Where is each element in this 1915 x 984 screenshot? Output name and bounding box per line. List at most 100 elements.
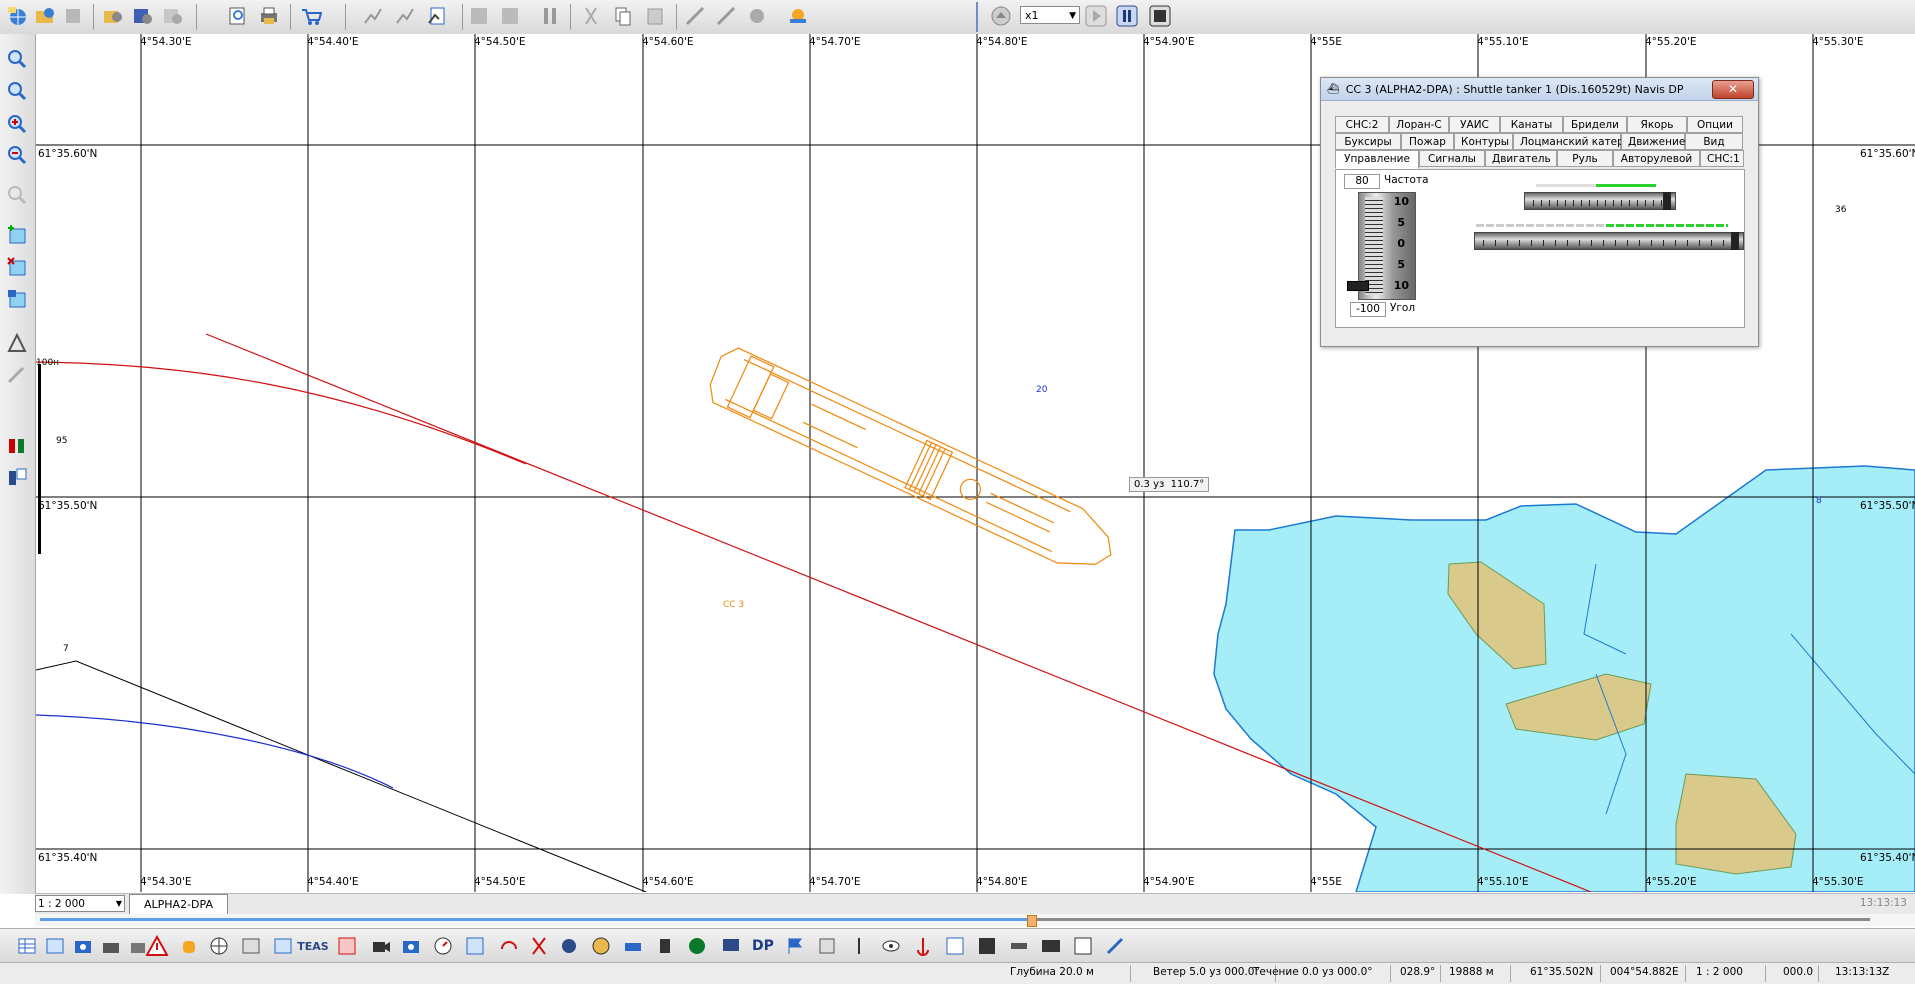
cut-icon[interactable]: [578, 3, 604, 29]
antenna-icon[interactable]: [846, 933, 872, 959]
gauge-icon[interactable]: [430, 933, 456, 959]
tab-sns2[interactable]: СНС:2: [1335, 116, 1389, 133]
timeline-thumb[interactable]: [1027, 915, 1037, 927]
eject-icon[interactable]: [988, 3, 1014, 29]
open-folder-icon[interactable]: [32, 3, 58, 29]
people-icon[interactable]: [4, 432, 30, 458]
route-add-icon[interactable]: [360, 3, 386, 29]
tab-ropes[interactable]: Канаты: [1500, 116, 1563, 133]
grid-a-icon[interactable]: [466, 3, 492, 29]
table-icon[interactable]: [14, 933, 40, 959]
copy-icon[interactable]: [610, 3, 636, 29]
gear-save-icon[interactable]: [130, 3, 156, 29]
person-id-icon[interactable]: [4, 464, 30, 490]
cart-icon[interactable]: [298, 3, 324, 29]
gear-settings-icon[interactable]: [100, 3, 126, 29]
grid-b-icon[interactable]: [497, 3, 523, 29]
radar-icon[interactable]: [462, 933, 488, 959]
tab-tugs[interactable]: Буксиры: [1335, 133, 1401, 150]
camera-b-icon[interactable]: [98, 933, 124, 959]
zoom-minus-icon[interactable]: [4, 142, 30, 168]
draw-b-icon[interactable]: [713, 3, 739, 29]
headset-icon[interactable]: [496, 933, 522, 959]
paste-icon[interactable]: [642, 3, 668, 29]
tab-movement[interactable]: Движение: [1621, 133, 1685, 150]
tool-a-icon[interactable]: [537, 3, 563, 29]
tab-pilot-boat[interactable]: Лоцманский катер: [1513, 133, 1624, 150]
camera-icon[interactable]: [70, 933, 96, 959]
weather-icon[interactable]: [785, 3, 811, 29]
play-icon[interactable]: [1083, 3, 1109, 29]
zoom-disabled-icon[interactable]: [4, 182, 30, 208]
panel-b-icon[interactable]: [270, 933, 296, 959]
dp-icon[interactable]: DP: [750, 933, 776, 959]
chart-icon[interactable]: [42, 933, 68, 959]
monitor-icon[interactable]: [718, 933, 744, 959]
calendar-icon[interactable]: [1070, 933, 1096, 959]
tab-fire[interactable]: Пожар: [1401, 133, 1454, 150]
ais-icon[interactable]: [974, 933, 1000, 959]
tab-engine[interactable]: Двигатель: [1485, 150, 1557, 167]
tab-signals[interactable]: Сигналы: [1419, 150, 1485, 167]
tab-options[interactable]: Опции: [1687, 116, 1743, 133]
alarm-icon[interactable]: [176, 933, 202, 959]
tab-sns1[interactable]: СНС:1: [1700, 150, 1744, 167]
close-button[interactable]: ✕: [1712, 80, 1754, 99]
zoom-window-icon[interactable]: [225, 3, 251, 29]
pause-icon[interactable]: [1114, 3, 1140, 29]
draw-c-icon[interactable]: [744, 3, 770, 29]
timeline-track[interactable]: [35, 914, 1915, 927]
gear-export-icon[interactable]: [160, 3, 186, 29]
satellite-icon[interactable]: [1006, 933, 1032, 959]
zoom-plus-icon[interactable]: [4, 111, 30, 137]
video-icon[interactable]: [368, 933, 394, 959]
slider-thumb[interactable]: [1731, 232, 1739, 250]
map-add-icon[interactable]: [4, 222, 30, 248]
route-list-icon[interactable]: [424, 3, 450, 29]
map-remove-icon[interactable]: [4, 254, 30, 280]
pen-tool-icon[interactable]: [4, 361, 30, 387]
hand-icon[interactable]: [652, 933, 678, 959]
dialog-title-bar[interactable]: ⛴ CC 3 (ALPHA2-DPA) : Shuttle tanker 1 (…: [1321, 78, 1758, 101]
tab-control[interactable]: Управление: [1335, 150, 1419, 169]
radio-icon[interactable]: [684, 933, 710, 959]
sphere-icon[interactable]: [588, 933, 614, 959]
triangle-tool-icon[interactable]: [4, 330, 30, 356]
scale-select[interactable]: 1 : 2 000 ▼: [35, 895, 125, 912]
draw-a-icon[interactable]: [682, 3, 708, 29]
gear-icon[interactable]: [556, 933, 582, 959]
tools-icon[interactable]: [1102, 933, 1128, 959]
globe-open-icon[interactable]: [4, 3, 30, 29]
compass-icon[interactable]: [206, 933, 232, 959]
speed-select[interactable]: x1 ▼: [1020, 6, 1080, 24]
print-icon[interactable]: [256, 3, 282, 29]
tab-contours[interactable]: Контуры: [1454, 133, 1513, 150]
tab-autopilot[interactable]: Авторулевой: [1613, 150, 1700, 167]
slider-thumb[interactable]: [1663, 192, 1671, 210]
zoom-in-icon[interactable]: [4, 46, 30, 72]
tab-view[interactable]: Вид: [1685, 133, 1743, 150]
chart-tab[interactable]: ALPHA2-DPA: [129, 894, 228, 914]
zoom-window-icon[interactable]: [4, 78, 30, 104]
save-icon[interactable]: [60, 3, 86, 29]
map-info-icon[interactable]: [4, 286, 30, 312]
bridge-icon[interactable]: [620, 933, 646, 959]
clock-icon[interactable]: [1038, 933, 1064, 959]
panel-icon[interactable]: [238, 933, 264, 959]
flag-icon[interactable]: [782, 933, 808, 959]
tab-loran[interactable]: Лоран-С: [1389, 116, 1449, 133]
throttle-handle[interactable]: [1347, 281, 1369, 291]
tab-anchor[interactable]: Якорь: [1627, 116, 1687, 133]
anchor-icon[interactable]: [910, 933, 936, 959]
stop-icon[interactable]: [1147, 3, 1173, 29]
eye-icon[interactable]: [878, 933, 904, 959]
angle-value[interactable]: -100: [1350, 302, 1386, 317]
gps-icon[interactable]: [942, 933, 968, 959]
tab-uais[interactable]: УАИС: [1449, 116, 1500, 133]
teas-icon[interactable]: TEAS: [297, 933, 328, 959]
photo-icon[interactable]: [398, 933, 424, 959]
tab-bridles[interactable]: Бридели: [1563, 116, 1627, 133]
tab-rudder[interactable]: Руль: [1557, 150, 1613, 167]
frequency-value[interactable]: 80: [1344, 174, 1380, 189]
warning-icon[interactable]: [144, 933, 170, 959]
